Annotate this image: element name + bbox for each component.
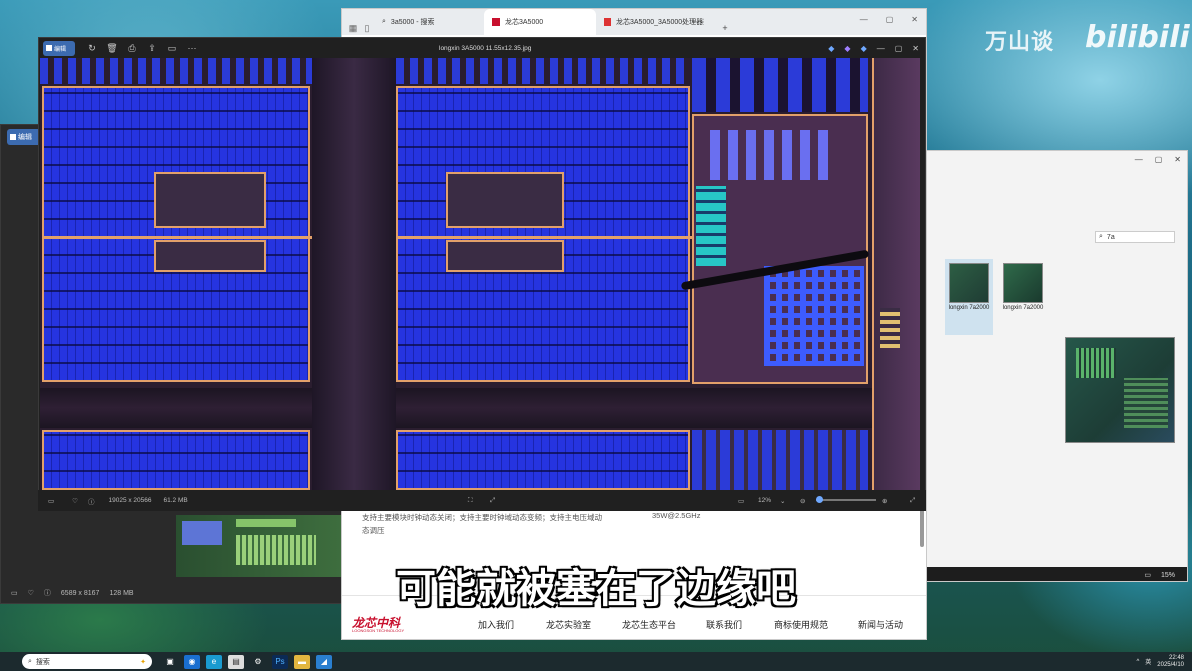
edit-icon [46, 45, 52, 51]
edit-button-label[interactable]: 编辑 [18, 132, 32, 142]
sidebar-icon[interactable]: ▯ [360, 21, 374, 35]
fit-toggle-icon[interactable]: ▭ [738, 497, 744, 505]
sparkle-icon: ✦ [140, 658, 146, 666]
close-icon[interactable]: ✕ [1174, 155, 1181, 164]
file-thumbnail [949, 263, 989, 303]
clock-time: 22:48 [1168, 654, 1184, 661]
clock[interactable]: 22:48 2025/4/10 [1157, 655, 1184, 669]
browser-tabstrip: ▦ ▯ ⌕ 3a5000 - 搜索 龙芯3A5000 龙芯3A5000_3A50… [342, 9, 926, 35]
edit-button[interactable]: 编辑 [43, 40, 75, 56]
share-icon[interactable]: ⇪ [145, 41, 159, 55]
edge-icon[interactable]: e [206, 654, 222, 669]
tray-chevron-icon[interactable]: ^ [1136, 659, 1139, 665]
file-thumbnail [1003, 263, 1043, 303]
page-spec-value: 35W@2.5GHz [652, 511, 701, 520]
footer-link-news[interactable]: 新闻与活动 [858, 618, 903, 631]
new-tab-button[interactable]: + [718, 21, 732, 35]
video-subtitle: 可能就被塞在了边缘吧 [396, 566, 796, 612]
search-icon: ⌕ [28, 657, 32, 665]
file-name: longxin 7a2000 [1002, 305, 1044, 311]
favorite-icon[interactable]: ♡ [72, 497, 78, 505]
system-tray: ^ 英 22:48 2025/4/10 [1136, 655, 1184, 669]
minimize-icon[interactable]: — [860, 15, 868, 24]
browser-menu-icon[interactable]: ▦ [346, 21, 360, 35]
edit-icon [10, 134, 16, 140]
photoshop-icon[interactable]: Ps [272, 654, 288, 669]
zoom-slider-thumb[interactable] [816, 496, 823, 503]
pdf-icon [604, 18, 611, 26]
footer-link-lab[interactable]: 龙芯实验室 [546, 618, 591, 631]
slideshow-icon[interactable]: ▭ [165, 41, 179, 55]
fit-window-icon[interactable]: ⤢ [490, 497, 495, 505]
taskbar-search-placeholder: 搜索 [35, 658, 50, 666]
viewer-title: longxin 3A5000 11.55x12.35.jpg [439, 44, 532, 52]
chip-die-image [40, 58, 920, 490]
designer-icon[interactable]: ◆ [844, 44, 850, 53]
footer-link-ecosystem[interactable]: 龙芯生态平台 [622, 618, 676, 631]
print-icon[interactable]: ⎙ [125, 41, 139, 55]
maximize-icon[interactable]: ▢ [886, 15, 894, 24]
explorer-window: — ▢ ✕ ⌕ 7a longxin 7a2000 longxin 7a2000… [926, 150, 1188, 582]
minimize-icon[interactable]: — [877, 44, 885, 53]
file-item[interactable]: longxin 7a2000 [945, 259, 993, 335]
maximize-icon[interactable]: ▢ [895, 44, 903, 53]
crop-icon[interactable]: ◆ [861, 44, 867, 53]
actual-size-icon[interactable]: ⛶ [468, 497, 473, 505]
browser-tab[interactable]: 龙芯3A5000_3A5000处理器数据… [596, 9, 714, 35]
search-icon: ⌕ [1099, 233, 1103, 240]
footer-link-join[interactable]: 加入我们 [478, 618, 514, 631]
maximize-icon[interactable]: ▢ [1155, 155, 1163, 164]
minimize-icon[interactable]: — [1135, 155, 1143, 164]
taskbar-search[interactable]: ⌕ 搜索 ✦ [22, 654, 152, 669]
zoom-slider[interactable] [816, 496, 876, 503]
tab-label: 3a5000 - 搜索 [390, 19, 435, 26]
explorer-search-box[interactable]: ⌕ 7a [1095, 231, 1175, 243]
browser-tab-active[interactable]: 龙芯3A5000 [484, 9, 596, 35]
rotate-icon[interactable]: ↻ [85, 41, 99, 55]
more-icon[interactable]: ··· [185, 41, 199, 55]
footer-link-contact[interactable]: 联系我们 [706, 618, 742, 631]
footer-link-trademark[interactable]: 商标使用规范 [774, 618, 828, 631]
edit-button-label: 编辑 [54, 46, 67, 53]
zoom-out-icon[interactable]: ⊖ [800, 497, 805, 505]
explorer-search-value: 7a [1106, 233, 1115, 241]
chevron-down-icon[interactable]: ⌄ [780, 497, 785, 505]
image-dimensions: 19025 x 20566 [108, 497, 152, 504]
taskbar: ⌕ 搜索 ✦ ▣ ◉ e ▤ ⚙ Ps ▬ ◢ ^ 英 22:48 2025/4… [0, 652, 1192, 671]
watermark-author: 万山谈 [985, 30, 1055, 55]
footer-logo-sub: LOONGSON TECHNOLOGY [352, 628, 405, 633]
image-filesize: 61.2 MB [163, 497, 188, 504]
site-logo-icon [492, 18, 500, 26]
viewer-titlebar: 编辑 ↻ 🗑 ⎙ ⇪ ▭ ··· longxin 3A5000 11.55x12… [39, 38, 925, 58]
filmstrip-icon[interactable]: ▭ [48, 497, 54, 505]
viewer-statusbar: ▭ ♡ ⓘ 19025 x 20566 61.2 MB ⛶ ⤢ ▭ 12% ⌄ … [38, 490, 926, 511]
zoom-level[interactable]: 12% [758, 497, 771, 504]
close-icon[interactable]: ✕ [912, 44, 919, 53]
page-scrollbar[interactable] [920, 507, 924, 547]
search-icon: ⌕ [382, 18, 386, 25]
browser-tab[interactable]: ⌕ 3a5000 - 搜索 [374, 9, 484, 35]
close-icon[interactable]: ✕ [911, 15, 918, 24]
page-feature-text: 支持主要模块时钟动态关闭；支持主要时钟域动态变频；支持主电压域动态调压 [362, 513, 602, 535]
delete-icon[interactable]: 🗑 [105, 41, 119, 55]
settings-icon[interactable]: ⚙ [250, 655, 266, 669]
info-icon[interactable]: ⓘ [88, 496, 95, 506]
copilot-icon[interactable]: ◉ [184, 654, 200, 669]
file-name: longxin 7a2000 [948, 305, 990, 311]
tab-label: 龙芯3A5000 [505, 19, 544, 26]
explorer-icon[interactable]: ▬ [294, 654, 310, 669]
store-icon[interactable]: ▤ [228, 654, 244, 669]
tab-label: 龙芯3A5000_3A5000处理器数据… [616, 19, 704, 26]
fullscreen-icon[interactable]: ⤢ [910, 497, 915, 505]
photos-app-icon[interactable]: ◢ [316, 654, 332, 669]
clock-date: 2025/4/10 [1157, 661, 1184, 668]
watermark-logo: bilibili [1085, 20, 1190, 55]
file-item[interactable]: longxin 7a2000 [999, 259, 1047, 335]
zoom-in-icon[interactable]: ⊕ [882, 497, 887, 505]
preview-pane-image [1065, 337, 1175, 443]
copilot-icon[interactable]: ◆ [828, 44, 834, 53]
task-view-icon[interactable]: ▣ [162, 655, 178, 669]
input-language[interactable]: 英 [1145, 657, 1151, 666]
